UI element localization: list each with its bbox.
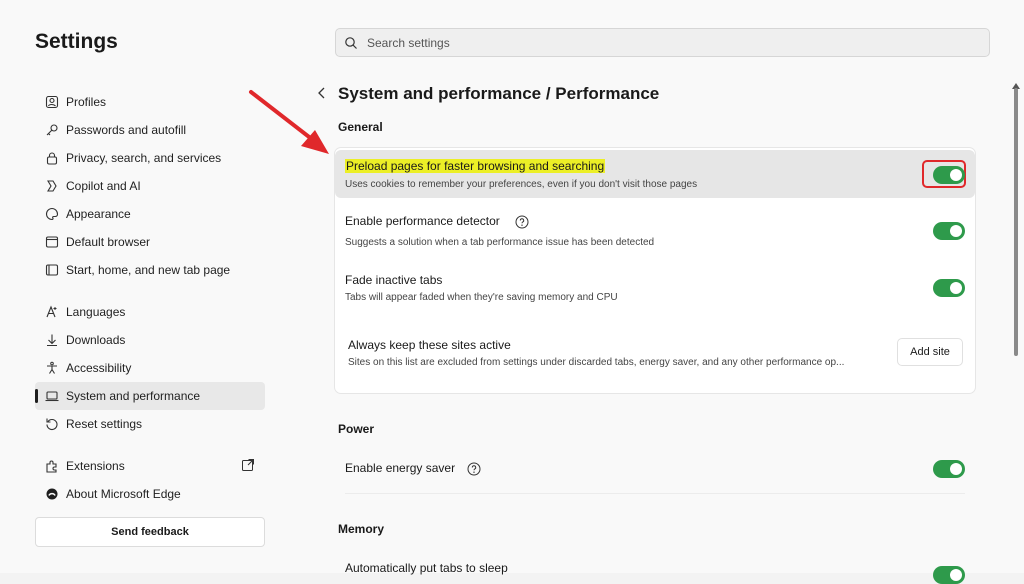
energy-saver-row: Enable energy saver — [335, 452, 975, 494]
sidebar-item-copilot[interactable]: Copilot and AI — [35, 172, 265, 200]
preload-pages-title: Preload pages for faster browsing and se… — [345, 159, 606, 173]
preload-pages-desc: Uses cookies to remember your preference… — [345, 179, 698, 190]
section-heading-power: Power — [338, 422, 375, 436]
sidebar-item-label: About Microsoft Edge — [66, 487, 181, 501]
app-title: Settings — [35, 30, 118, 53]
sidebar-item-languages[interactable]: Languages — [35, 298, 265, 326]
laptop-icon — [44, 388, 60, 404]
sidebar-item-system-performance[interactable]: System and performance — [35, 382, 265, 410]
settings-window: Settings Profiles Passwords and autofill… — [0, 0, 1024, 584]
edge-logo-icon — [44, 486, 60, 502]
sidebar-item-start-home[interactable]: Start, home, and new tab page — [35, 256, 265, 284]
general-settings-card: Preload pages for faster browsing and se… — [335, 148, 975, 393]
download-icon — [44, 332, 60, 348]
search-input[interactable] — [365, 34, 869, 51]
sidebar-item-label: Default browser — [66, 235, 151, 249]
sidebar-item-privacy[interactable]: Privacy, search, and services — [35, 144, 265, 172]
languages-icon — [44, 304, 60, 320]
performance-detector-toggle[interactable] — [933, 222, 965, 240]
section-heading-general: General — [338, 120, 383, 134]
sidebar-item-downloads[interactable]: Downloads — [35, 326, 265, 354]
page-title: System and performance / Performance — [338, 84, 660, 103]
sidebar-item-label: Start, home, and new tab page — [66, 263, 231, 277]
sidebar-item-default-browser[interactable]: Default browser — [35, 228, 265, 256]
sidebar-item-label: Reset settings — [66, 417, 143, 431]
search-box[interactable] — [335, 28, 990, 57]
performance-detector-desc: Suggests a solution when a tab performan… — [345, 237, 655, 248]
search-icon — [344, 36, 358, 50]
performance-detector-row: Enable performance detector Suggests a s… — [335, 208, 975, 258]
sidebar-item-profiles[interactable]: Profiles — [35, 88, 265, 116]
sidebar-item-label: Profiles — [66, 95, 107, 109]
lock-icon — [44, 150, 60, 166]
section-heading-memory: Memory — [338, 522, 385, 536]
palette-icon — [44, 206, 60, 222]
sidebar-item-label: System and performance — [66, 389, 201, 403]
sidebar-item-accessibility[interactable]: Accessibility — [35, 354, 265, 382]
tabs-sleep-row: Automatically put tabs to sleep — [335, 552, 975, 584]
reset-icon — [44, 416, 60, 432]
sidebar-item-label: Copilot and AI — [66, 179, 141, 193]
performance-detector-title: Enable performance detector — [345, 214, 500, 228]
sidebar-item-label: Appearance — [66, 207, 131, 221]
key-icon — [44, 122, 60, 138]
profile-icon — [44, 94, 60, 110]
help-icon[interactable] — [467, 462, 481, 476]
preload-pages-row[interactable]: Preload pages for faster browsing and se… — [335, 150, 975, 198]
sidebar-item-extensions[interactable]: Extensions — [35, 452, 265, 480]
sidebar-item-label: Passwords and autofill — [66, 123, 187, 137]
accessibility-icon — [44, 360, 60, 376]
fade-inactive-tabs-title: Fade inactive tabs — [345, 273, 443, 287]
sidebar-item-appearance[interactable]: Appearance — [35, 200, 265, 228]
tabs-sleep-toggle[interactable] — [933, 566, 965, 584]
sidebar: Settings Profiles Passwords and autofill… — [0, 0, 290, 573]
sidebar-item-label: Languages — [66, 305, 126, 319]
browser-icon — [44, 234, 60, 250]
sidebar-item-label: Downloads — [66, 333, 126, 347]
fade-inactive-tabs-desc: Tabs will appear faded when they're savi… — [345, 292, 618, 303]
sidebar-item-label: Extensions — [66, 459, 125, 473]
energy-saver-toggle[interactable] — [933, 460, 965, 478]
sidebar-item-passwords[interactable]: Passwords and autofill — [35, 116, 265, 144]
preload-pages-toggle[interactable] — [933, 166, 965, 184]
energy-saver-title: Enable energy saver — [345, 461, 456, 475]
send-feedback-button[interactable]: Send feedback — [35, 517, 265, 547]
sidebar-item-about[interactable]: About Microsoft Edge — [35, 480, 265, 508]
open-external-icon[interactable] — [241, 458, 255, 472]
fade-inactive-tabs-row: Fade inactive tabs Tabs will appear fade… — [335, 266, 975, 316]
scroll-up-icon[interactable] — [1012, 76, 1020, 89]
nav-separator — [35, 284, 265, 298]
sidebar-item-reset[interactable]: Reset settings — [35, 410, 265, 438]
help-icon[interactable] — [515, 215, 529, 229]
keep-sites-active-desc: Sites on this list are excluded from set… — [348, 357, 845, 368]
keep-sites-active-title: Always keep these sites active — [348, 338, 511, 352]
add-site-button[interactable]: Add site — [897, 338, 963, 366]
sidebar-item-label: Privacy, search, and services — [66, 151, 222, 165]
home-page-icon — [44, 262, 60, 278]
sidebar-item-label: Accessibility — [66, 361, 132, 375]
row-divider — [345, 493, 965, 494]
fade-inactive-tabs-toggle[interactable] — [933, 279, 965, 297]
extensions-icon — [44, 458, 60, 474]
nav-separator — [35, 438, 265, 452]
scrollbar-thumb[interactable] — [1014, 88, 1018, 356]
sidebar-nav: Profiles Passwords and autofill Privacy,… — [35, 88, 265, 508]
copilot-icon — [44, 178, 60, 194]
back-chevron-icon[interactable] — [317, 86, 327, 100]
row-title-wrap: Preload pages for faster browsing and se… — [345, 159, 606, 173]
keep-sites-active-row: Always keep these sites active Sites on … — [335, 330, 975, 386]
